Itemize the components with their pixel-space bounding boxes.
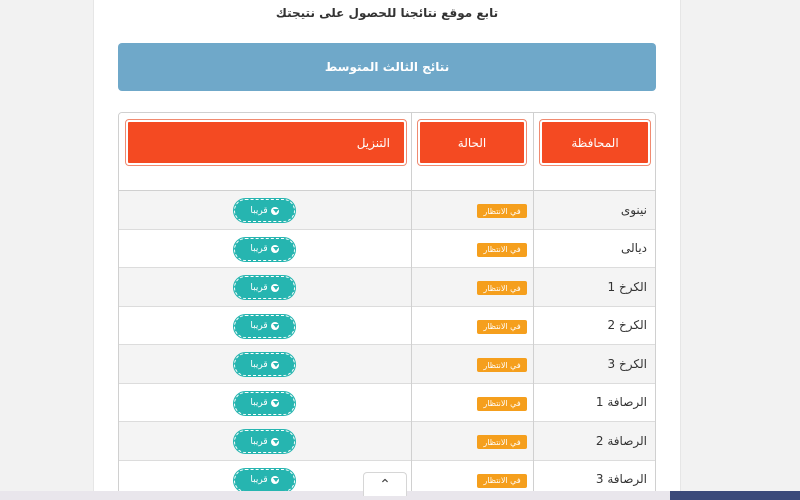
chevron-up-icon: ⌃ <box>379 476 391 493</box>
download-circle-icon <box>270 476 279 484</box>
download-circle-icon <box>270 399 279 407</box>
table-row: نينوى في الانتظار قريبا <box>119 191 655 230</box>
soon-button-label: قريبا <box>250 244 268 254</box>
status-badge: في الانتظار <box>477 281 527 295</box>
table-row: ديالى في الانتظار قريبا <box>119 229 655 268</box>
row-governorate: الكرخ 3 <box>607 356 647 371</box>
download-circle-icon <box>270 437 279 446</box>
table-row: الكرخ 3 في الانتظار قريبا <box>119 345 655 384</box>
scroll-top-button[interactable]: ⌃ <box>363 472 407 496</box>
row-governorate: الكرخ 2 <box>607 318 647 333</box>
download-circle-icon <box>270 245 279 253</box>
page-subtitle: تابع موقع نتائجنا للحصول على نتيجتك <box>275 6 499 20</box>
status-badge: في الانتظار <box>477 473 527 488</box>
soon-button-label: قريبا <box>250 205 268 216</box>
row-governorate: الرصافة 2 <box>595 433 647 448</box>
header-download: التنزيل <box>125 119 407 166</box>
results-table: المحافظة الحالة التنزيل نينوى في الانتظار… <box>118 112 656 500</box>
soon-button-label: قريبا <box>250 359 268 370</box>
status-badge: في الانتظار <box>477 435 527 449</box>
soon-button[interactable]: قريبا <box>233 390 296 416</box>
soon-button[interactable]: قريبا <box>233 429 296 454</box>
download-circle-icon <box>270 322 279 330</box>
soon-button[interactable]: قريبا <box>233 352 296 377</box>
soon-button-label: قريبا <box>250 436 268 447</box>
table-row: الرصافة 1 في الانتظار قريبا <box>119 383 655 422</box>
row-governorate: الرصافة 1 <box>595 395 647 410</box>
soon-button[interactable]: قريبا <box>233 236 296 262</box>
status-badge: في الانتظار <box>477 204 527 218</box>
download-circle-icon <box>270 360 279 369</box>
row-governorate: ديالى <box>621 241 647 256</box>
download-circle-icon <box>270 206 279 215</box>
table-row: الكرخ 1 في الانتظار قريبا <box>119 268 655 307</box>
status-badge: في الانتظار <box>477 396 527 411</box>
row-governorate: نينوى <box>620 202 647 217</box>
status-badge: في الانتظار <box>477 319 527 334</box>
soon-button-label: قريبا <box>250 282 268 293</box>
soon-button[interactable]: قريبا <box>233 275 296 300</box>
soon-button-label: قريبا <box>250 321 268 331</box>
soon-button[interactable]: قريبا <box>233 198 296 223</box>
results-banner: نتائج الثالث المتوسط <box>118 43 656 91</box>
status-badge: في الانتظار <box>477 358 527 372</box>
table-row: الكرخ 2 في الانتظار قريبا <box>119 306 655 345</box>
soon-button[interactable]: قريبا <box>233 467 296 493</box>
soon-button[interactable]: قريبا <box>233 313 296 339</box>
status-badge: في الانتظار <box>477 242 527 257</box>
soon-button-label: قريبا <box>250 475 268 485</box>
column-divider <box>533 113 534 500</box>
row-governorate: الكرخ 1 <box>607 279 647 294</box>
header-status: الحالة <box>417 119 527 166</box>
header-governorate: المحافظة <box>539 119 651 166</box>
soon-button-label: قريبا <box>250 398 268 408</box>
bottom-bar-accent <box>670 491 800 500</box>
table-row: الرصافة 2 في الانتظار قريبا <box>119 422 655 461</box>
content-card: تابع موقع نتائجنا للحصول على نتيجتك نتائ… <box>93 0 681 500</box>
table-header: المحافظة الحالة التنزيل <box>119 113 655 191</box>
download-circle-icon <box>270 283 279 292</box>
column-divider <box>411 113 412 500</box>
